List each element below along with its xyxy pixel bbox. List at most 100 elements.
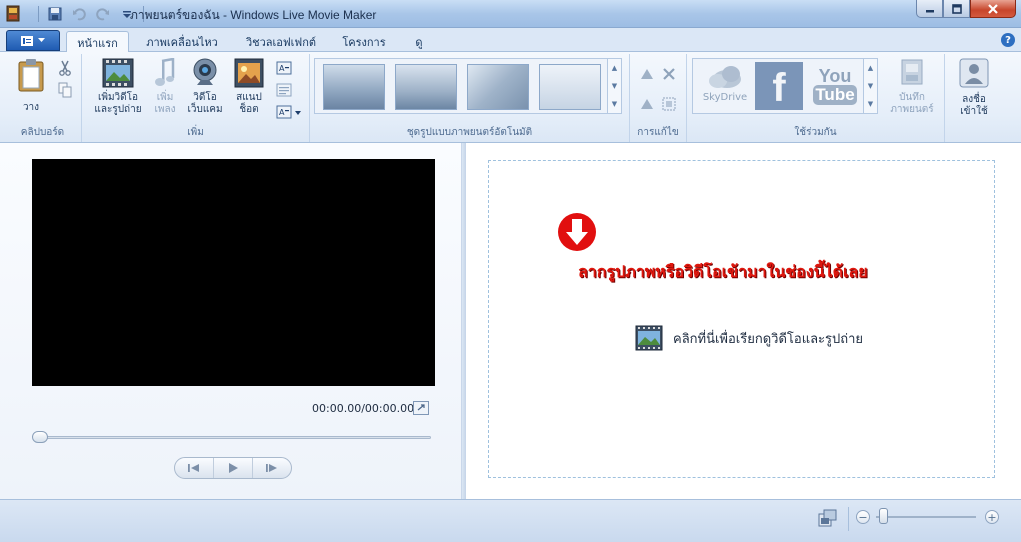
- copy-icon[interactable]: [56, 82, 74, 98]
- save-movie-label-2: ภาพยนตร์: [890, 104, 934, 115]
- seek-bar[interactable]: [38, 436, 431, 439]
- select-all-icon[interactable]: [660, 96, 678, 112]
- add-credits-button[interactable]: A: [275, 104, 303, 120]
- add-music-label-2: เพลง: [154, 104, 176, 115]
- add-caption-icon[interactable]: [275, 82, 293, 98]
- cut-icon[interactable]: [56, 60, 74, 76]
- youtube-logo-bottom: Tube: [813, 85, 857, 105]
- automovie-group-label: ชุดรูปแบบภาพยนตร์อัตโนมัติ: [406, 127, 533, 138]
- theme-thumbnail-fade[interactable]: [467, 64, 529, 110]
- svg-text:A: A: [279, 108, 285, 117]
- music-note-icon: [153, 58, 177, 88]
- facebook-share-button[interactable]: f: [755, 62, 803, 110]
- snapshot-label-1: สแนป: [236, 92, 262, 103]
- preview-pane: 00:00.00/00:00.00: [0, 143, 462, 499]
- clipboard-group-label: คลิปบอร์ด: [20, 127, 65, 138]
- video-preview-monitor[interactable]: [32, 159, 435, 386]
- tab-home[interactable]: หน้าแรก: [66, 31, 129, 53]
- save-movie-icon: [898, 58, 926, 86]
- next-frame-button[interactable]: [253, 458, 291, 478]
- sharing-group-label: ใช้ร่วมกัน: [794, 127, 837, 138]
- minimize-button[interactable]: [916, 0, 943, 18]
- editing-group-label: การแก้ไข: [637, 127, 679, 138]
- thumbnail-size-icon[interactable]: [818, 509, 838, 527]
- tab-animations[interactable]: ภาพเคลื่อนไหว: [138, 32, 226, 52]
- snapshot-button[interactable]: สแนป ช็อต: [230, 58, 268, 116]
- status-separator: [848, 507, 849, 531]
- add-group: เพิ่มวิดีโอ และรูปถ่าย เพิ่ม เพลง วิดีโอ…: [82, 54, 310, 142]
- youtube-logo-top: You: [818, 66, 852, 86]
- snapshot-icon: [234, 58, 264, 88]
- sharing-down-arrow-icon[interactable]: ▼: [868, 82, 873, 90]
- theme-thumbnail-contemporary[interactable]: [395, 64, 457, 110]
- playback-controls: [174, 457, 292, 479]
- menu-icon: [21, 35, 33, 46]
- sharing-more-icon[interactable]: ▼: [868, 100, 873, 108]
- zoom-in-button[interactable]: +: [985, 510, 999, 524]
- rotate-right-icon[interactable]: [638, 96, 656, 112]
- tab-project[interactable]: โครงการ: [336, 32, 392, 52]
- play-button[interactable]: [214, 458, 253, 478]
- snapshot-label-2: ช็อต: [239, 104, 259, 115]
- chevron-down-icon: [38, 38, 45, 42]
- add-videos-label-1: เพิ่มวิดีโอ: [97, 92, 139, 103]
- theme-thumbnail-default[interactable]: [323, 64, 385, 110]
- tab-view[interactable]: ดู: [404, 32, 434, 52]
- add-videos-and-photos-button[interactable]: เพิ่มวิดีโอ และรูปถ่าย: [88, 58, 148, 116]
- tab-visual-effects[interactable]: วิชวลเอฟเฟกต์: [236, 32, 326, 52]
- skydrive-share-button[interactable]: SkyDrive: [698, 62, 752, 110]
- add-videos-label-2: และรูปถ่าย: [94, 104, 142, 115]
- video-photo-icon: [102, 58, 134, 88]
- fullscreen-preview-icon[interactable]: [413, 401, 429, 415]
- sharing-up-arrow-icon[interactable]: ▲: [868, 64, 873, 72]
- timecode: 00:00.00/00:00.00: [312, 402, 415, 415]
- zoom-slider-track[interactable]: [876, 516, 976, 518]
- gallery-up-arrow-icon[interactable]: ▲: [612, 64, 617, 72]
- gallery-scroll-controls: ▲ ▼ ▼: [607, 59, 621, 113]
- undo-icon[interactable]: [69, 5, 89, 22]
- user-icon: [959, 58, 989, 88]
- sign-in-label-1: ลงชื่อ: [962, 94, 986, 105]
- add-group-label: เพิ่ม: [187, 127, 204, 138]
- webcam-icon: [191, 58, 219, 88]
- previous-frame-button[interactable]: [175, 458, 214, 478]
- maximize-button[interactable]: [943, 0, 970, 18]
- qat-separator: [38, 5, 39, 22]
- movie-maker-app-icon[interactable]: [6, 5, 20, 22]
- webcam-video-button[interactable]: วิดีโอ เว็บแคม: [186, 58, 224, 116]
- save-movie-label-1: บันทึก: [899, 92, 925, 103]
- zoom-slider-thumb[interactable]: [879, 508, 888, 524]
- close-button[interactable]: [970, 0, 1016, 18]
- add-music-label-1: เพิ่ม: [156, 92, 174, 103]
- browse-text: คลิกที่นี่เพื่อเรียกดูวิดีโอและรูปถ่าย: [673, 331, 864, 347]
- gallery-more-icon[interactable]: ▼: [612, 100, 617, 108]
- storyboard-pane: ลากรูปภาพหรือวิดีโอเข้ามาในช่องนี้ได้เลย…: [466, 143, 1021, 499]
- add-title-icon[interactable]: A: [275, 60, 293, 76]
- main-area: 00:00.00/00:00.00 ลากรูปภาพหรือวิดีโอเข้…: [0, 143, 1021, 499]
- help-icon[interactable]: ?: [1001, 33, 1015, 47]
- browse-videos-photos-link[interactable]: คลิกที่นี่เพื่อเรียกดูวิดีโอและรูปถ่าย: [635, 325, 863, 351]
- next-frame-icon: [266, 464, 277, 472]
- clipboard-icon: [16, 58, 46, 92]
- webcam-label-2: เว็บแคม: [187, 104, 223, 115]
- window-controls: [916, 0, 1016, 18]
- youtube-share-button[interactable]: You Tube: [811, 62, 859, 110]
- paste-button[interactable]: วาง: [14, 58, 48, 114]
- theme-thumbnail-pan-zoom[interactable]: [539, 64, 601, 110]
- storyboard-drop-zone[interactable]: ลากรูปภาพหรือวิดีโอเข้ามาในช่องนี้ได้เลย…: [488, 160, 995, 478]
- rotate-left-icon[interactable]: [638, 66, 656, 82]
- save-movie-button[interactable]: บันทึก ภาพยนตร์: [880, 58, 944, 116]
- ribbon: วาง คลิปบอร์ด เพิ่มวิดีโอ และรูปถ่าย เพิ…: [0, 52, 1021, 143]
- save-icon[interactable]: [45, 5, 65, 22]
- sign-in-button[interactable]: ลงชื่อ เข้าใช้: [952, 58, 996, 118]
- application-menu-button[interactable]: [6, 30, 60, 51]
- add-music-button[interactable]: เพิ่ม เพลง: [148, 58, 182, 116]
- gallery-down-arrow-icon[interactable]: ▼: [612, 82, 617, 90]
- redo-icon[interactable]: [93, 5, 113, 22]
- sign-in-label-2: เข้าใช้: [960, 106, 988, 117]
- seek-thumb[interactable]: [32, 431, 48, 443]
- play-icon: [229, 463, 238, 473]
- drop-hint-text: ลากรูปภาพหรือวิดีโอเข้ามาในช่องนี้ได้เลย: [578, 262, 868, 281]
- remove-icon[interactable]: [660, 66, 678, 82]
- zoom-out-button[interactable]: −: [856, 510, 870, 524]
